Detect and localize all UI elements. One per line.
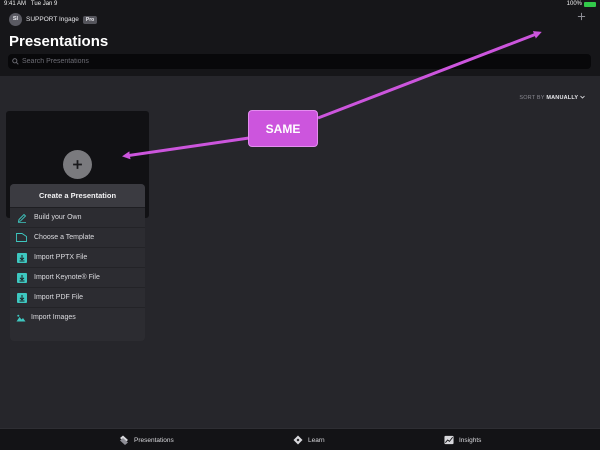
menu-item-import-keynote[interactable]: Import Keynote® File [10,268,145,288]
menu-item-import-pptx[interactable]: Import PPTX File [10,248,145,268]
menu-item-choose-template[interactable]: Choose a Template [10,228,145,248]
insights-icon [444,435,454,445]
presentations-screen: 9:41 AM Tue Jan 9 100% SI SUPPORT Ingage… [0,0,600,450]
add-presentation-button[interactable] [577,12,586,24]
pro-badge: Pro [82,15,98,24]
plus-icon [577,12,586,21]
import-icon [16,292,27,303]
search-input[interactable] [22,58,591,65]
page-title: Presentations [9,33,109,50]
menu-item-label: Choose a Template [34,234,95,241]
image-icon [15,312,26,323]
app-header: 9:41 AM Tue Jan 9 100% SI SUPPORT Ingage… [0,0,600,76]
sort-control[interactable]: SORT BY MANUALLY [519,95,585,101]
menu-item-label: Import PDF File [34,294,84,301]
menu-item-build-your-own[interactable]: Build your Own [10,208,145,228]
sort-value[interactable]: MANUALLY [546,95,578,101]
battery-percent: 100% [566,1,582,7]
create-presentation-button[interactable] [63,150,92,179]
account-name[interactable]: SUPPORT Ingage [26,16,79,23]
menu-item-label: Build your Own [34,214,82,221]
plus-icon [73,160,82,169]
tab-label: Presentations [134,436,174,444]
menu-item-label: Import Images [31,314,76,321]
status-bar: 9:41 AM Tue Jan 9 100% [0,0,600,10]
menu-item-import-pdf[interactable]: Import PDF File [10,288,145,308]
status-right: 100% [567,1,596,7]
presentations-icon [119,435,129,445]
pencil-icon [16,212,27,223]
tab-bar: Presentations Learn Insights [0,428,600,450]
import-icon [16,272,27,283]
menu-item-import-images[interactable]: Import Images [10,308,145,327]
import-icon [16,252,27,263]
tab-insights[interactable]: Insights [444,434,481,446]
search-bar[interactable] [8,54,591,69]
tab-learn[interactable]: Learn [293,434,325,446]
avatar[interactable]: SI [9,13,22,26]
menu-item-label: Import PPTX File [34,254,88,261]
menu-title: Create a Presentation [10,184,145,208]
status-left: 9:41 AM Tue Jan 9 [4,1,57,7]
tab-presentations[interactable]: Presentations [119,434,174,446]
tab-label: Learn [308,436,325,444]
chevron-down-icon [580,95,585,99]
status-date: Tue Jan 9 [30,1,58,7]
menu-item-label: Import Keynote® File [34,274,100,281]
search-icon [12,58,19,65]
status-time: 9:41 AM [4,1,27,7]
annotation-callout: SAME [248,110,318,147]
learn-icon [293,435,303,445]
template-icon [16,232,27,243]
tab-label: Insights [459,436,482,444]
sort-label: SORT BY [519,95,545,101]
create-presentation-menu: Create a Presentation Build your Own Cho… [10,184,145,341]
battery-icon [584,1,596,7]
account-switcher[interactable]: SI SUPPORT Ingage Pro [9,13,98,26]
